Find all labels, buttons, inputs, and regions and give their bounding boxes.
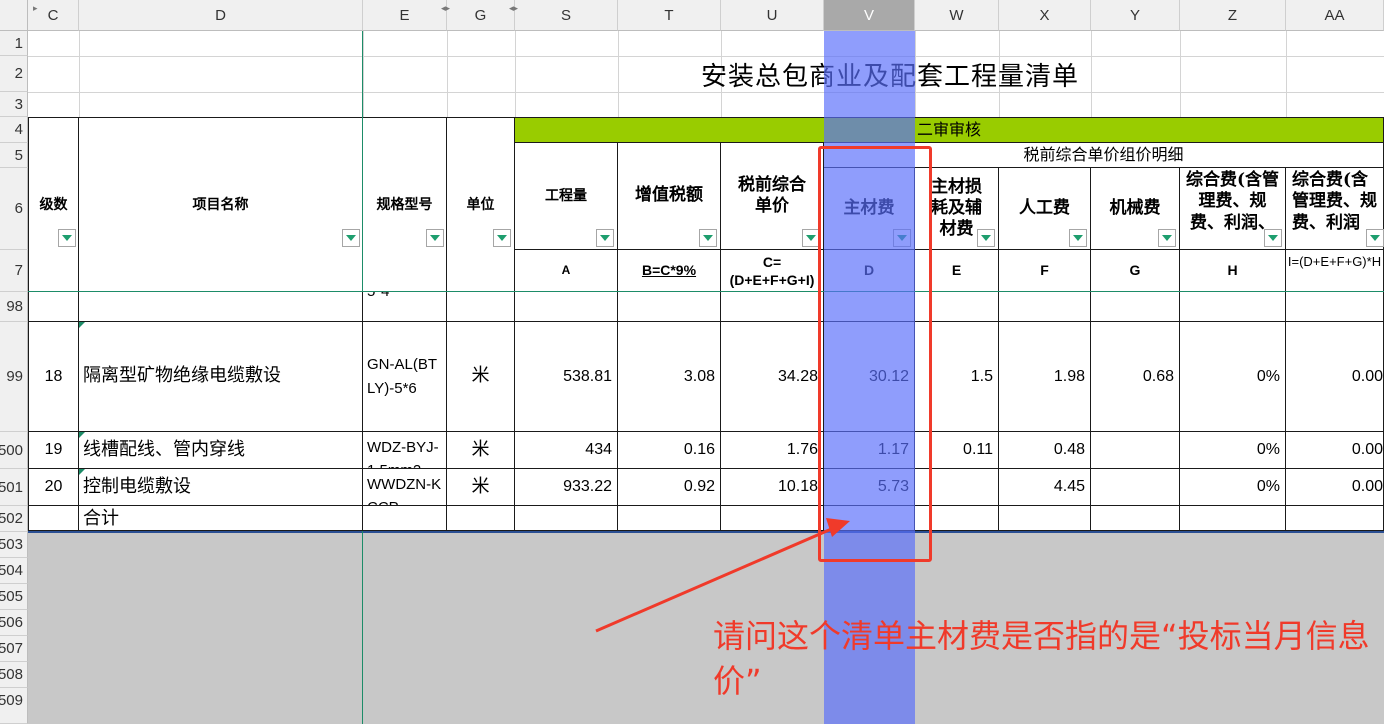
annotation-question-text: 请问这个清单主材费是否指的是“投标当月信息价” bbox=[713, 617, 1370, 700]
